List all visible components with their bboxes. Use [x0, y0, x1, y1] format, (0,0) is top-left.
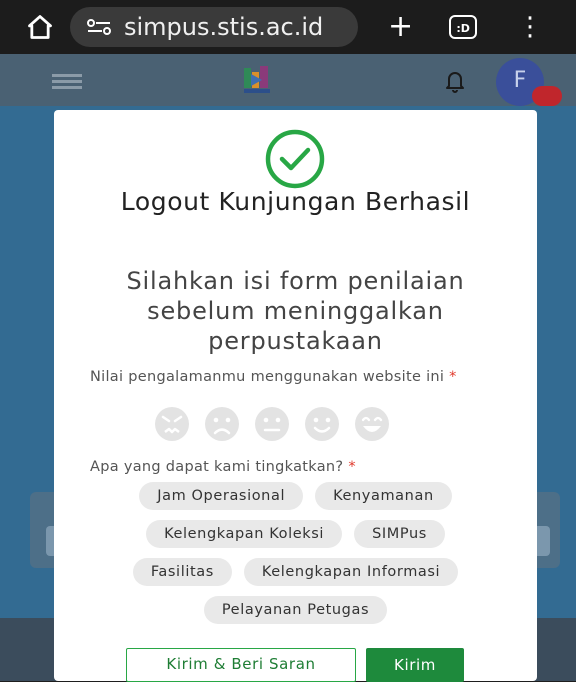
submit-with-feedback-button[interactable]: Kirim & Beri Saran	[126, 648, 356, 682]
required-mark: *	[348, 459, 356, 475]
more-menu-icon[interactable]: ⋮	[517, 14, 543, 40]
tab-switcher-button[interactable]: :D	[449, 15, 478, 39]
url-text: simpus.stis.ac.id	[124, 13, 324, 41]
modal-title: Logout Kunjungan Berhasil	[120, 187, 471, 216]
neutral-face-icon[interactable]	[254, 406, 290, 442]
very-angry-face-icon[interactable]	[154, 406, 190, 442]
avatar-status-badge	[532, 86, 562, 106]
chip-jam-operasional[interactable]: Jam Operasional	[139, 482, 304, 510]
home-icon[interactable]	[26, 13, 54, 41]
hamburger-menu-icon[interactable]	[52, 74, 82, 89]
logout-feedback-modal: Logout Kunjungan Berhasil Silahkan isi f…	[54, 110, 537, 682]
chip-pelayanan-petugas[interactable]: Pelayanan Petugas	[203, 596, 388, 624]
chip-row: Pelayanan Petugas	[54, 596, 537, 624]
chip-kelengkapan-koleksi[interactable]: Kelengkapan Koleksi	[146, 520, 343, 548]
required-mark: *	[449, 369, 457, 385]
sad-face-icon[interactable]	[204, 406, 240, 442]
browser-toolbar: simpus.stis.ac.id + :D ⋮	[0, 0, 576, 54]
success-check-icon	[265, 129, 325, 189]
improvement-options: Jam Operasional Kenyamanan Kelengkapan K…	[54, 482, 537, 634]
modal-actions: Kirim & Beri Saran Kirim	[126, 648, 464, 682]
rating-question-text: Nilai pengalamanmu menggunakan website i…	[90, 369, 445, 385]
chip-kenyamanan[interactable]: Kenyamanan	[315, 482, 452, 510]
chip-row: Kelengkapan Koleksi SIMPus	[54, 520, 537, 548]
simpus-logo-icon	[244, 66, 270, 93]
chip-simpus[interactable]: SIMPus	[354, 520, 445, 548]
site-settings-icon[interactable]	[86, 18, 112, 36]
smiling-face-icon[interactable]	[304, 406, 340, 442]
address-bar[interactable]: simpus.stis.ac.id	[70, 7, 358, 47]
improvement-question: Apa yang dapat kami tingkatkan? *	[90, 458, 510, 476]
notification-bell-icon[interactable]	[443, 68, 467, 94]
new-tab-icon[interactable]: +	[388, 12, 413, 42]
rating-options	[154, 406, 390, 442]
chip-row: Jam Operasional Kenyamanan	[54, 482, 537, 510]
submit-button[interactable]: Kirim	[366, 648, 464, 682]
app-header: F	[0, 54, 576, 106]
grinning-face-icon[interactable]	[354, 406, 390, 442]
rating-question: Nilai pengalamanmu menggunakan website i…	[90, 368, 510, 386]
chip-kelengkapan-informasi[interactable]: Kelengkapan Informasi	[243, 558, 459, 586]
improvement-question-text: Apa yang dapat kami tingkatkan?	[90, 459, 344, 475]
chip-fasilitas[interactable]: Fasilitas	[132, 558, 232, 586]
chip-row: Fasilitas Kelengkapan Informasi	[54, 558, 537, 586]
modal-subtitle: Silahkan isi form penilaian sebelum meni…	[126, 267, 465, 355]
